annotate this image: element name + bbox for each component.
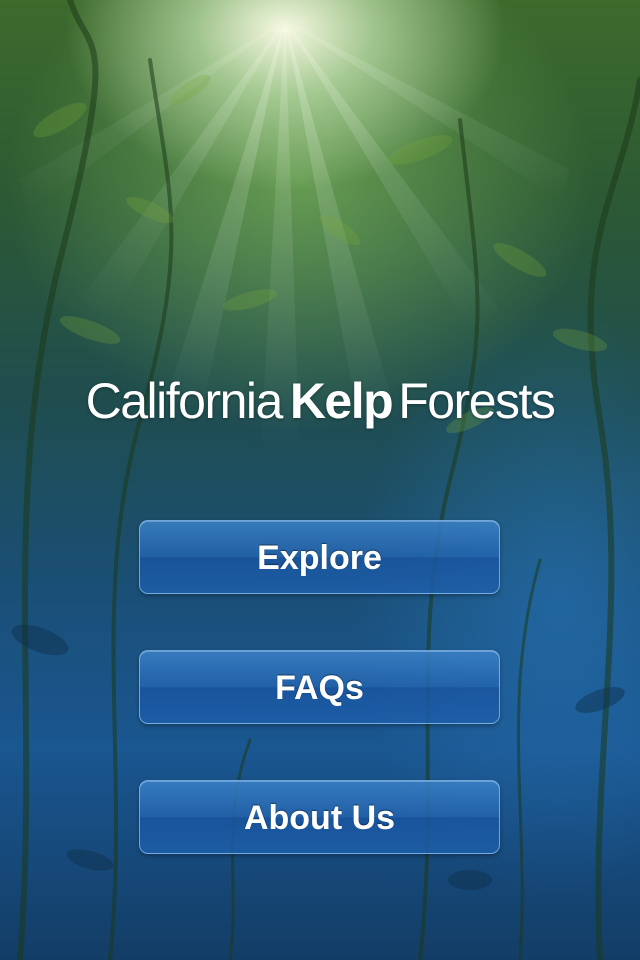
app-title: California Kelp Forests (0, 372, 640, 430)
home-screen: California Kelp Forests Explore FAQs About… (0, 0, 640, 960)
about-us-button[interactable]: About Us (139, 780, 500, 854)
title-prefix: California (85, 373, 284, 429)
faqs-button[interactable]: FAQs (139, 650, 500, 724)
explore-button[interactable]: Explore (139, 520, 500, 594)
title-suffix: Forests (398, 373, 556, 429)
title-bold-word: Kelp (289, 373, 394, 429)
